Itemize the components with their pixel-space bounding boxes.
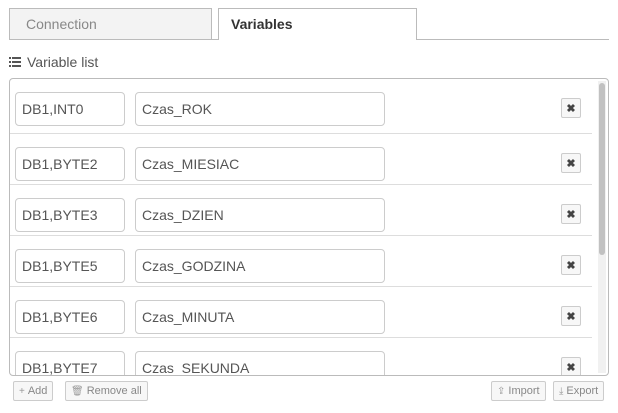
variable-row: ✖ — [10, 236, 592, 287]
variable-name-input[interactable] — [135, 147, 385, 181]
variable-address-input[interactable] — [15, 147, 125, 181]
variable-name-input[interactable] — [135, 198, 385, 232]
upload-icon: ⇪ — [497, 385, 506, 397]
tab-connection[interactable]: Connection — [9, 8, 212, 39]
export-button-label: Export — [566, 385, 599, 397]
variable-row: ✖ — [10, 79, 592, 134]
variable-list: ✖ ✖ ✖ ✖ ✖ ✖ — [9, 78, 609, 376]
variable-name-input[interactable] — [135, 351, 385, 375]
list-icon — [9, 57, 21, 67]
tab-bar: Connection Variables — [9, 8, 609, 40]
delete-row-icon[interactable]: ✖ — [561, 204, 581, 224]
download-icon: ⤓ — [559, 385, 564, 397]
variable-address-input[interactable] — [15, 300, 125, 334]
variable-list-header: Variable list — [9, 54, 98, 70]
trash-icon: 🗑 — [71, 385, 84, 397]
variable-address-input[interactable] — [15, 351, 125, 375]
variable-rows: ✖ ✖ ✖ ✖ ✖ ✖ — [10, 79, 592, 375]
variable-address-input[interactable] — [15, 92, 125, 126]
variable-row: ✖ — [10, 134, 592, 185]
variable-row: ✖ — [10, 338, 592, 375]
variable-name-input[interactable] — [135, 300, 385, 334]
scrollbar-thumb[interactable] — [599, 83, 605, 255]
variable-row: ✖ — [10, 185, 592, 236]
remove-all-button-label: Remove all — [86, 385, 142, 397]
variable-name-input[interactable] — [135, 92, 385, 126]
export-button[interactable]: ⤓ Export — [553, 381, 605, 401]
delete-row-icon[interactable]: ✖ — [561, 255, 581, 275]
delete-row-icon[interactable]: ✖ — [561, 306, 581, 326]
add-button-label: Add — [27, 385, 48, 397]
add-button[interactable]: + Add — [13, 381, 54, 401]
variable-row: ✖ — [10, 287, 592, 338]
import-button-label: Import — [508, 385, 540, 397]
variable-address-input[interactable] — [15, 249, 125, 283]
delete-row-icon[interactable]: ✖ — [561, 153, 581, 173]
tab-variables[interactable]: Variables — [218, 8, 417, 40]
plus-icon: + — [19, 385, 25, 397]
list-scrollbar[interactable] — [598, 81, 606, 373]
variable-address-input[interactable] — [15, 198, 125, 232]
import-button[interactable]: ⇪ Import — [491, 381, 546, 401]
variable-list-title: Variable list — [27, 54, 99, 70]
delete-row-icon[interactable]: ✖ — [561, 357, 581, 375]
remove-all-button[interactable]: 🗑 Remove all — [65, 381, 148, 401]
variable-name-input[interactable] — [135, 249, 385, 283]
delete-row-icon[interactable]: ✖ — [561, 98, 581, 118]
